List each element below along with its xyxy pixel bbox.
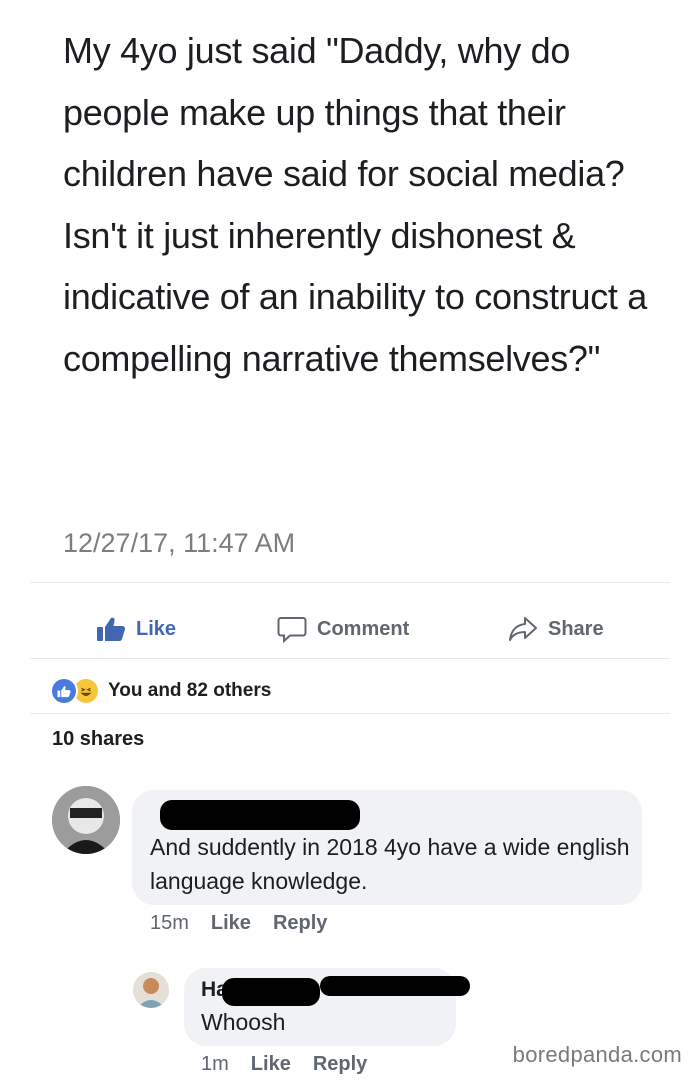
redacted-author-name [222,978,320,1006]
comment-meta: 15m Like Reply [150,912,349,935]
divider [30,582,670,583]
reactions-summary-text: You and 82 others [108,680,272,701]
reply-like-button[interactable]: Like [251,1053,291,1076]
comment-text: And suddently in 2018 4yo have a wide en… [150,834,630,894]
post-timestamp: 12/27/17, 11:47 AM [63,528,296,558]
like-button[interactable]: Like [96,600,176,658]
share-arrow-icon [509,617,537,641]
comment-button[interactable]: Comment [277,600,409,658]
divider [30,658,670,659]
shares-count[interactable]: 10 shares [52,728,144,751]
comment-label: Comment [317,617,410,640]
post-text: My 4yo just said "Daddy, why do people m… [63,30,648,379]
action-bar: Like Comment Share [0,600,700,658]
commenter-avatar[interactable] [52,786,120,854]
share-button[interactable]: Share [508,600,604,658]
watermark: boredpanda.com [512,1042,682,1067]
comment-like-button[interactable]: Like [211,912,251,935]
reactions-summary[interactable]: You and 82 others [50,676,271,706]
reply-avatar[interactable] [133,972,169,1008]
reply-text: Whoosh [201,1009,286,1035]
like-label: Like [136,617,177,640]
thumbs-up-icon [97,617,126,641]
comment-time: 15m [150,912,189,934]
comment-reply-button[interactable]: Reply [273,912,327,935]
redacted-author-name [160,800,360,830]
reply-meta: 1m Like Reply [201,1053,389,1076]
reply-reply-button[interactable]: Reply [313,1053,367,1076]
reaction-icons [50,677,100,705]
reply-time: 1m [201,1053,229,1075]
share-label: Share [548,617,604,640]
redacted-author-name [320,976,470,996]
like-reaction-icon [50,677,78,705]
comment-icon [277,617,307,643]
divider [30,713,670,714]
